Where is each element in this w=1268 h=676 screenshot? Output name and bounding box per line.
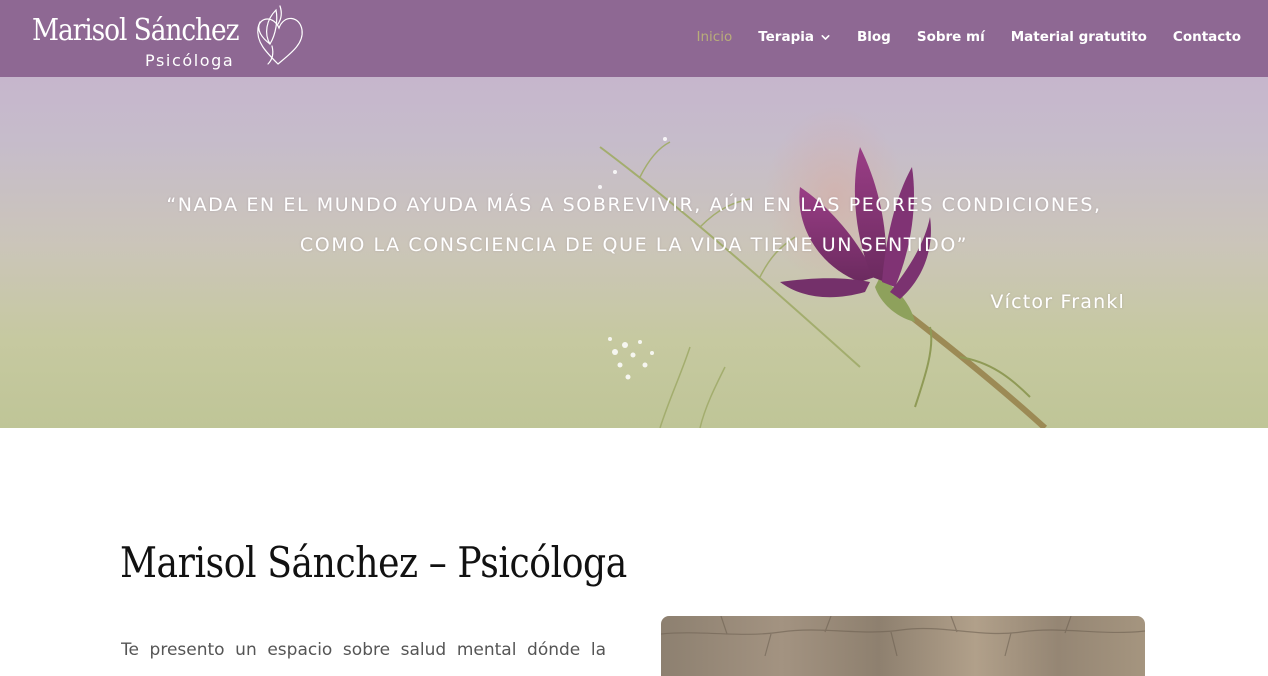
hero-quote-line-1: “Nada en el mundo ayuda más a sobrevivir… xyxy=(166,194,1102,216)
stone-texture-image xyxy=(661,616,1145,657)
nav-sobre-mi[interactable]: Sobre mí xyxy=(917,29,985,45)
hero-quote: “Nada en el mundo ayuda más a sobrevivir… xyxy=(120,185,1148,265)
nav-blog[interactable]: Blog xyxy=(857,29,891,45)
site-logo[interactable]: Marisol Sánchez Psicóloga xyxy=(32,4,312,74)
logo-name: Marisol Sánchez xyxy=(32,13,239,48)
stone-wall-image xyxy=(661,616,1145,676)
heart-butterfly-icon xyxy=(257,5,303,65)
hero-quote-line-2: como la consciencia de que la vida tiene… xyxy=(299,234,969,256)
nav-material-gratuito[interactable]: Material gratutito xyxy=(1011,29,1147,45)
quote-author: Víctor Frankl xyxy=(990,291,1125,313)
chevron-down-icon xyxy=(821,34,830,40)
site-header: Marisol Sánchez Psicóloga Inicio Terapia… xyxy=(0,0,1268,77)
hero-banner: “Nada en el mundo ayuda más a sobrevivir… xyxy=(0,77,1268,428)
nav-inicio[interactable]: Inicio xyxy=(697,29,733,45)
nav-terapia-label: Terapia xyxy=(758,29,814,45)
logo-subtitle: Psicóloga xyxy=(145,51,235,70)
intro-text: Te presento un espacio sobre salud menta… xyxy=(121,640,606,660)
page-title: Marisol Sánchez – Psicóloga xyxy=(120,538,627,588)
main-nav: Inicio Terapia Blog Sobre mí Material gr… xyxy=(671,27,1242,47)
nav-contacto[interactable]: Contacto xyxy=(1173,29,1241,45)
nav-terapia[interactable]: Terapia xyxy=(758,29,831,45)
